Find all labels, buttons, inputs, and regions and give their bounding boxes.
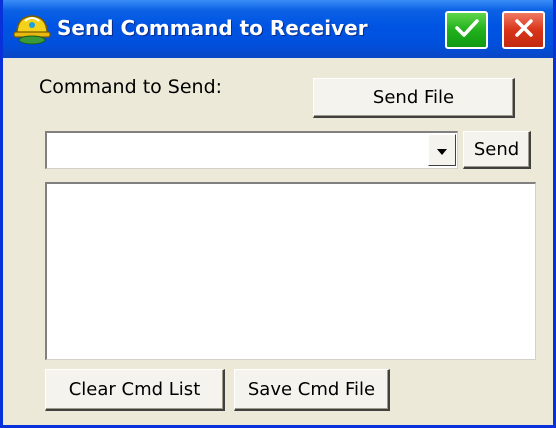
command-combobox[interactable] (45, 131, 458, 169)
command-list[interactable] (45, 182, 536, 360)
command-label: Command to Send: (39, 76, 223, 98)
send-button[interactable]: Send (463, 131, 531, 169)
dialog-window: Send Command to Receiver Command to Send… (0, 0, 556, 428)
dropdown-button[interactable] (428, 134, 456, 166)
title-bar[interactable]: Send Command to Receiver (3, 0, 553, 58)
ok-button[interactable] (445, 11, 488, 49)
clear-cmd-list-button[interactable]: Clear Cmd List (45, 369, 225, 411)
close-button[interactable] (502, 11, 545, 49)
dropdown-arrow-icon (436, 141, 448, 160)
close-x-icon (513, 17, 535, 43)
window-title: Send Command to Receiver (57, 16, 368, 40)
send-file-button[interactable]: Send File (313, 78, 515, 118)
hardhat-satellite-icon (13, 11, 51, 47)
checkmark-icon (454, 17, 480, 43)
save-cmd-file-button[interactable]: Save Cmd File (234, 369, 390, 411)
